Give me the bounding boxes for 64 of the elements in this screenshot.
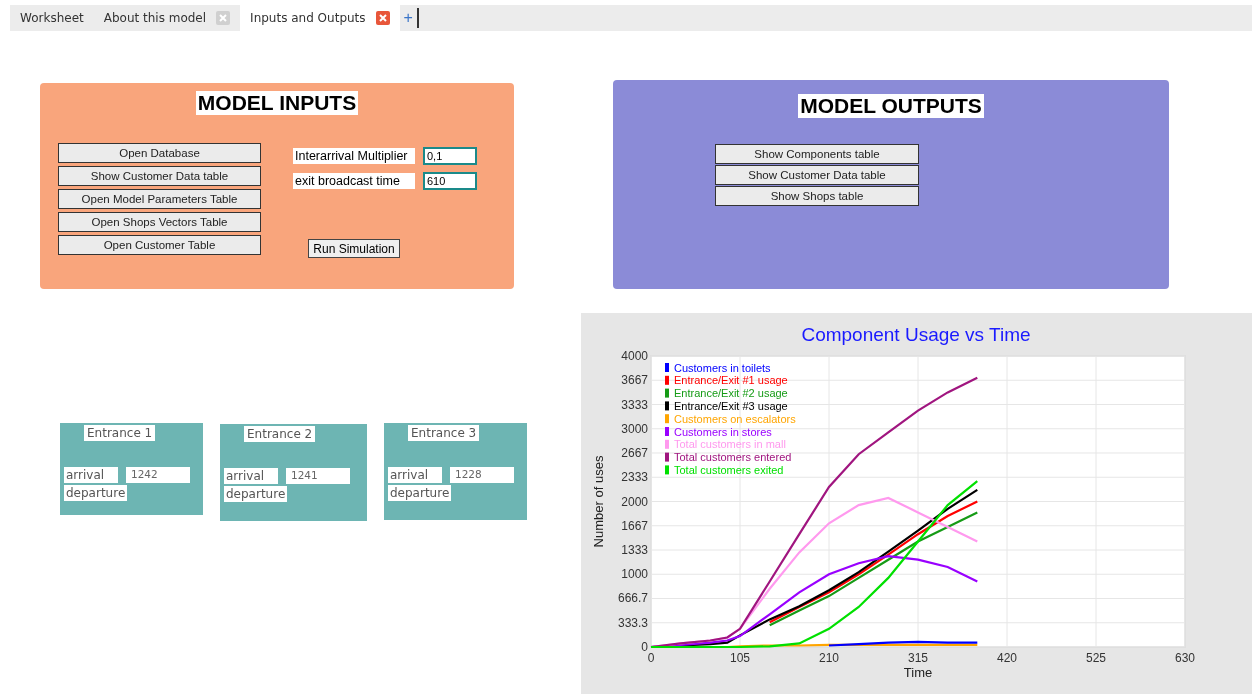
panel-button[interactable]: Open Model Parameters Table — [58, 189, 261, 209]
y-tick-label: 666.7 — [617, 591, 648, 606]
new-tab-button[interactable]: + — [399, 8, 419, 28]
legend-label: Total customers in mall — [674, 438, 786, 451]
arrival-label: arrival — [64, 467, 118, 483]
run-simulation-button[interactable]: Run Simulation — [308, 239, 400, 258]
chart-title: Component Usage vs Time — [801, 324, 1031, 345]
arrival-value: 1228 — [450, 467, 514, 483]
y-tick-label: 0 — [641, 640, 648, 654]
y-tick-label: 2333 — [621, 470, 648, 485]
panel-button[interactable]: Show Customer Data table — [58, 166, 261, 186]
legend-label: Customers on escalators — [674, 412, 796, 425]
panel-button[interactable]: Show Components table — [715, 144, 919, 164]
y-tick-label: 3667 — [621, 373, 648, 388]
x-tick-label: 630 — [1175, 651, 1195, 665]
panel-button[interactable]: Show Shops table — [715, 186, 919, 206]
legend-label: Entrance/Exit #2 usage — [674, 387, 788, 400]
y-tick-label: 1000 — [621, 567, 648, 582]
tab[interactable]: About this model — [93, 5, 241, 31]
y-tick-label: 2667 — [621, 446, 648, 460]
departure-label: departure — [64, 485, 128, 501]
x-tick-label: 420 — [997, 651, 1017, 665]
y-tick-label: 1667 — [621, 518, 648, 533]
x-tick-label: 105 — [730, 651, 750, 665]
y-tick-label: 2000 — [621, 494, 648, 509]
x-tick-label: 0 — [647, 651, 655, 665]
x-tick-label: 315 — [908, 651, 928, 665]
panel-title: MODEL OUTPUTS — [798, 94, 984, 118]
tab[interactable]: Worksheet — [10, 5, 94, 31]
panel-button[interactable]: Open Shops Vectors Table — [58, 212, 261, 232]
legend-label: Total customers entered — [674, 451, 792, 464]
arrival-value: 1241 — [286, 468, 350, 484]
entrance-title: Entrance 2 — [244, 426, 316, 442]
y-tick-label: 3333 — [621, 397, 648, 412]
input-field[interactable]: 610 — [423, 171, 477, 190]
legend-label: Total customers exited — [674, 463, 784, 476]
legend-label: Entrance/Exit #3 usage — [674, 399, 788, 412]
legend-label: Customers in stores — [674, 425, 772, 438]
panel-button[interactable]: Open Customer Table — [58, 235, 261, 255]
panel-title: MODEL INPUTS — [195, 91, 359, 115]
legend-label: Entrance/Exit #1 usage — [674, 374, 788, 387]
tab[interactable]: Inputs and Outputs — [240, 5, 400, 31]
field-label: exit broadcast time — [293, 172, 415, 189]
x-axis-label: Time — [903, 665, 933, 680]
legend-label: Customers in toilets — [674, 361, 771, 374]
panel-button[interactable]: Open Database — [58, 143, 261, 163]
y-tick-label: 3000 — [621, 421, 648, 436]
y-axis-label: Number of uses — [591, 455, 606, 548]
field-label: Interarrival Multiplier — [293, 147, 415, 164]
arrival-value: 1242 — [126, 467, 190, 483]
x-tick-label: 210 — [819, 651, 839, 665]
entrance-title: Entrance 1 — [84, 425, 156, 441]
departure-label: departure — [388, 485, 452, 501]
x-tick-label: 525 — [1086, 651, 1106, 665]
y-tick-label: 1333 — [621, 543, 648, 557]
entrance-title: Entrance 3 — [408, 425, 480, 441]
arrival-label: arrival — [388, 467, 442, 483]
y-tick-label: 333.3 — [617, 615, 648, 630]
input-field[interactable]: 0,1 — [423, 146, 477, 165]
y-tick-label: 4000 — [621, 349, 648, 363]
close-icon[interactable] — [375, 11, 390, 25]
departure-label: departure — [224, 486, 288, 502]
arrival-label: arrival — [224, 468, 278, 484]
panel-button[interactable]: Show Customer Data table — [715, 165, 919, 185]
